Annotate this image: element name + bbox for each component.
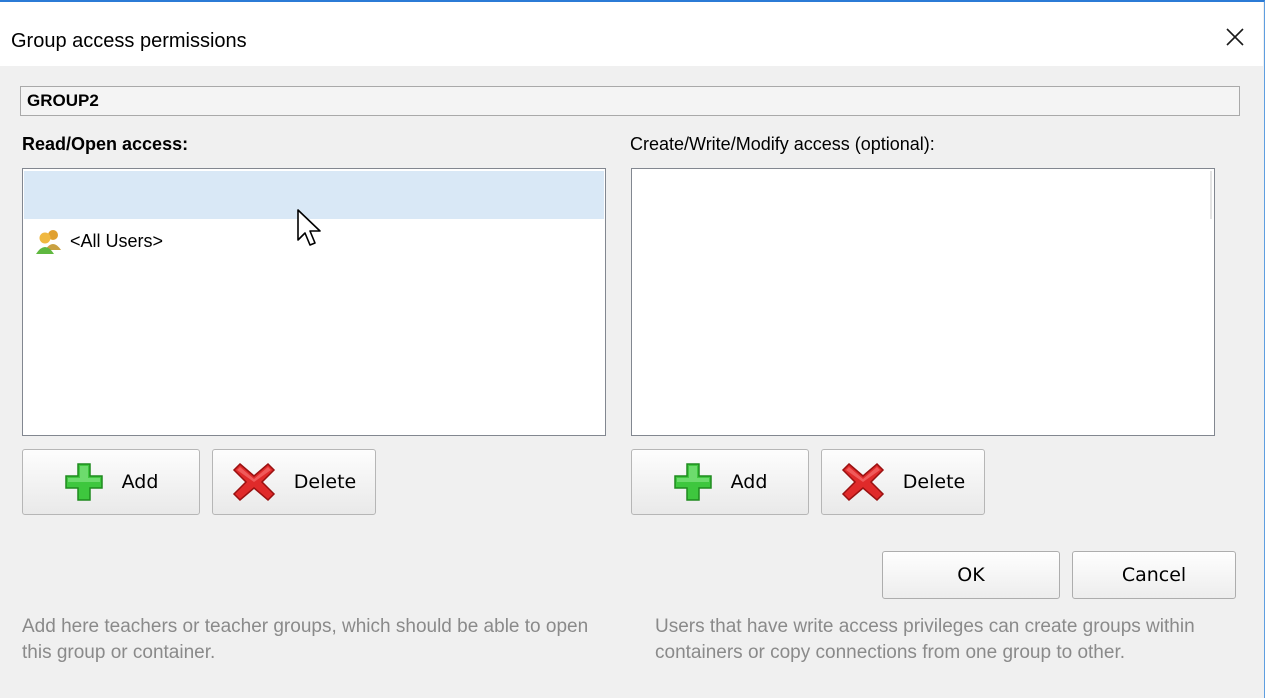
write-help-text: Users that have write access privileges … (655, 616, 1195, 663)
mouse-cursor-icon (297, 209, 321, 246)
dialog-title: Group access permissions (11, 30, 247, 52)
write-access-label: Create/Write/Modify access (optional): (630, 134, 935, 154)
add-icon (673, 463, 712, 501)
write-delete-button[interactable]: Delete (821, 449, 985, 515)
read-help-text: Add here teachers or teacher groups, whi… (22, 616, 589, 663)
add-icon (64, 463, 103, 501)
dialog-window: Group access permissions GROUP2 Read/Ope… (0, 0, 1265, 698)
read-delete-button[interactable]: Delete (212, 449, 376, 515)
write-access-list[interactable] (631, 168, 1215, 436)
write-delete-label: Delete (902, 471, 966, 493)
close-button[interactable] (1207, 14, 1263, 60)
list-scroll-edge (1210, 171, 1212, 219)
title-bar[interactable]: Group access permissions (0, 2, 1263, 66)
list-item-all-users[interactable]: <All Users> (34, 226, 163, 256)
read-access-label: Read/Open access: (22, 134, 189, 154)
read-add-button[interactable]: Add (22, 449, 200, 515)
read-delete-label: Delete (293, 471, 357, 493)
write-add-button[interactable]: Add (631, 449, 809, 515)
users-group-icon (36, 230, 61, 254)
list-item-label: <All Users> (70, 230, 164, 251)
delete-icon (841, 462, 884, 502)
read-add-label: Add (121, 471, 159, 493)
close-icon (1226, 28, 1244, 46)
group-name-field: GROUP2 (20, 86, 1240, 116)
cancel-button[interactable]: Cancel (1072, 551, 1236, 599)
delete-icon (232, 462, 275, 502)
ok-button[interactable]: OK (882, 551, 1060, 599)
write-add-label: Add (730, 471, 768, 493)
